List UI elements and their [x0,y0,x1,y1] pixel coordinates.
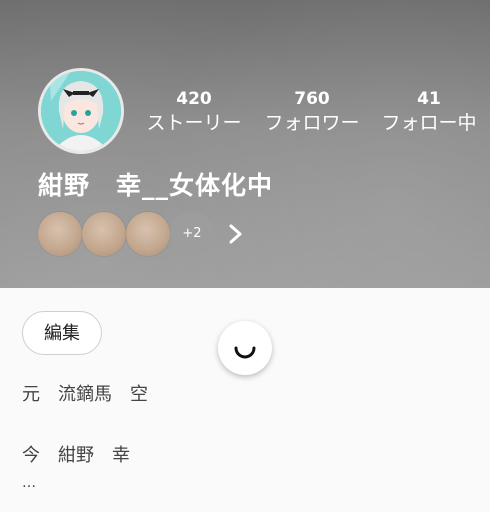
stat-following-label: フォロー中 [381,112,477,134]
badge-icon[interactable] [38,212,82,256]
stat-followers-count: 760 [294,89,330,109]
edit-profile-button[interactable]: 編集 [22,311,102,355]
stat-following-count: 41 [417,89,441,109]
badge-icon[interactable] [126,212,170,256]
stat-following[interactable]: 41 フォロー中 [369,88,489,136]
stat-stories[interactable]: 420 ストーリー [134,88,254,136]
avatar-illustration [41,71,121,151]
bio-line: 元 流鏑馬 空 [22,384,148,405]
bio-ellipsis: … [22,475,36,491]
bio-line: 今 紺野 幸 [22,445,130,466]
stat-stories-label: ストーリー [146,112,242,134]
stat-followers[interactable]: 760 フォロワー [252,88,372,136]
stat-followers-label: フォロワー [264,112,360,134]
profile-name: 紺野 幸__女体化中 [38,171,274,200]
badge-more-count[interactable]: +2 [170,212,214,256]
profile-header: 420 ストーリー 760 フォロワー 41 フォロー中 紺野 幸__女体化中 … [0,0,490,288]
chevron-right-icon[interactable] [224,218,248,250]
loading-icon [234,346,256,359]
badge-icon[interactable] [82,212,126,256]
stat-stories-count: 420 [176,89,212,109]
avatar[interactable] [38,68,124,154]
loading-spinner [218,321,272,375]
